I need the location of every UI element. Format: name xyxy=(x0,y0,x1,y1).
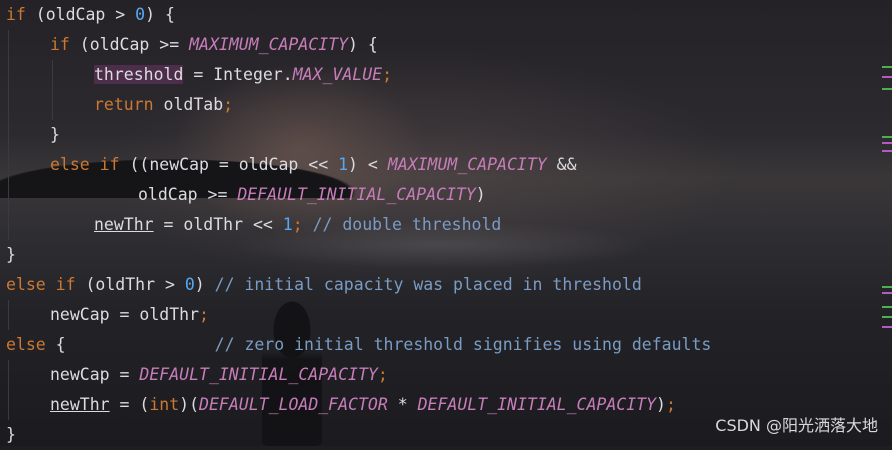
code-line[interactable]: newThr = oldThr << 1; // double threshol… xyxy=(94,210,501,240)
code-token: else xyxy=(6,335,46,354)
code-token: ; xyxy=(377,365,388,384)
indent-guide xyxy=(8,360,9,420)
code-token: (oldCap >= xyxy=(69,35,190,54)
code-token: = oldThr << xyxy=(153,215,283,234)
code-line[interactable]: newCap = oldThr; xyxy=(50,300,209,330)
code-token: if xyxy=(6,5,26,24)
code-line[interactable]: } xyxy=(6,240,16,270)
code-token: = ( xyxy=(109,395,150,414)
code-token: threshold xyxy=(94,65,184,84)
code-token: newThr xyxy=(94,215,154,234)
code-token: ) xyxy=(194,275,215,294)
code-token: newCap = oldThr xyxy=(50,305,200,324)
code-line[interactable]: if (oldCap >= MAXIMUM_CAPACITY) { xyxy=(50,30,378,60)
change-marker xyxy=(882,142,892,144)
change-marker xyxy=(882,66,892,68)
change-marker xyxy=(882,306,892,308)
code-token: if xyxy=(50,35,70,54)
change-marker xyxy=(882,292,892,294)
code-token: ) { xyxy=(348,35,378,54)
indent-guide xyxy=(52,60,53,120)
code-token: newCap = xyxy=(50,365,140,384)
change-marker xyxy=(882,136,892,138)
code-token: return xyxy=(94,95,154,114)
change-marker xyxy=(882,76,892,78)
code-token: ; xyxy=(292,215,313,234)
code-token: && xyxy=(546,155,577,174)
code-line[interactable]: else if ((newCap = oldCap << 1) < MAXIMU… xyxy=(50,150,577,180)
code-token: oldTab xyxy=(153,95,224,114)
code-token: (oldCap > xyxy=(25,5,136,24)
code-token: } xyxy=(6,245,16,264)
indent-guide xyxy=(8,30,9,240)
code-line[interactable]: else if (oldThr > 0) // initial capacity… xyxy=(6,270,642,300)
code-token: DEFAULT_INITIAL_CAPACITY xyxy=(417,395,657,414)
indent-guide xyxy=(8,300,9,330)
code-token: else if xyxy=(6,275,76,294)
code-token: MAX_VALUE xyxy=(292,65,383,84)
code-token: (oldThr > xyxy=(75,275,185,294)
code-line[interactable]: return oldTab; xyxy=(94,90,233,120)
code-token: DEFAULT_LOAD_FACTOR xyxy=(199,395,388,414)
change-marker xyxy=(882,88,892,90)
code-line[interactable]: oldCap >= DEFAULT_INITIAL_CAPACITY) xyxy=(138,180,486,210)
code-token: )( xyxy=(179,395,200,414)
code-line[interactable]: } xyxy=(50,120,60,150)
code-token: ) xyxy=(475,185,486,204)
code-token: ((newCap = oldCap << xyxy=(119,155,339,174)
code-token: 0 xyxy=(184,275,195,294)
code-line[interactable]: if (oldCap > 0) { xyxy=(6,0,175,30)
code-token: ) xyxy=(656,395,666,414)
code-line[interactable]: threshold = Integer.MAX_VALUE; xyxy=(94,60,392,90)
change-marker xyxy=(882,150,892,152)
code-token: = Integer. xyxy=(183,65,293,84)
code-token: DEFAULT_INITIAL_CAPACITY xyxy=(237,185,476,204)
code-token: // double threshold xyxy=(312,215,502,234)
code-token: ) { xyxy=(145,5,175,24)
change-marker xyxy=(882,326,892,328)
change-marker xyxy=(882,286,892,288)
code-token: MAXIMUM_CAPACITY xyxy=(387,155,547,174)
code-token: 1 xyxy=(282,215,293,234)
code-token: } xyxy=(6,425,16,444)
code-token: else if xyxy=(50,155,120,174)
code-token: * xyxy=(387,395,418,414)
code-token: 1 xyxy=(338,155,349,174)
code-line[interactable]: newThr = (int)(DEFAULT_LOAD_FACTOR * DEF… xyxy=(50,390,676,420)
code-token: MAXIMUM_CAPACITY xyxy=(189,35,349,54)
code-token: ; xyxy=(665,395,676,414)
code-token: } xyxy=(50,125,60,144)
code-token: { xyxy=(45,335,215,354)
watermark-text: CSDN @阳光洒落大地 xyxy=(715,416,878,435)
code-token: 0 xyxy=(135,5,146,24)
code-token: ; xyxy=(199,305,209,324)
code-token: ) < xyxy=(348,155,388,174)
code-token: DEFAULT_INITIAL_CAPACITY xyxy=(139,365,378,384)
code-token: // zero initial threshold signifies usin… xyxy=(214,335,712,354)
code-token: // initial capacity was placed in thresh… xyxy=(214,275,642,294)
code-token: ; xyxy=(223,95,234,114)
change-marker xyxy=(882,316,892,318)
code-token: oldCap >= xyxy=(138,185,238,204)
code-line[interactable]: else { // zero initial threshold signifi… xyxy=(6,330,711,360)
code-token: newThr xyxy=(50,395,110,414)
code-token: ; xyxy=(382,65,393,84)
code-token: int xyxy=(149,395,180,414)
code-line[interactable]: newCap = DEFAULT_INITIAL_CAPACITY; xyxy=(50,360,388,390)
